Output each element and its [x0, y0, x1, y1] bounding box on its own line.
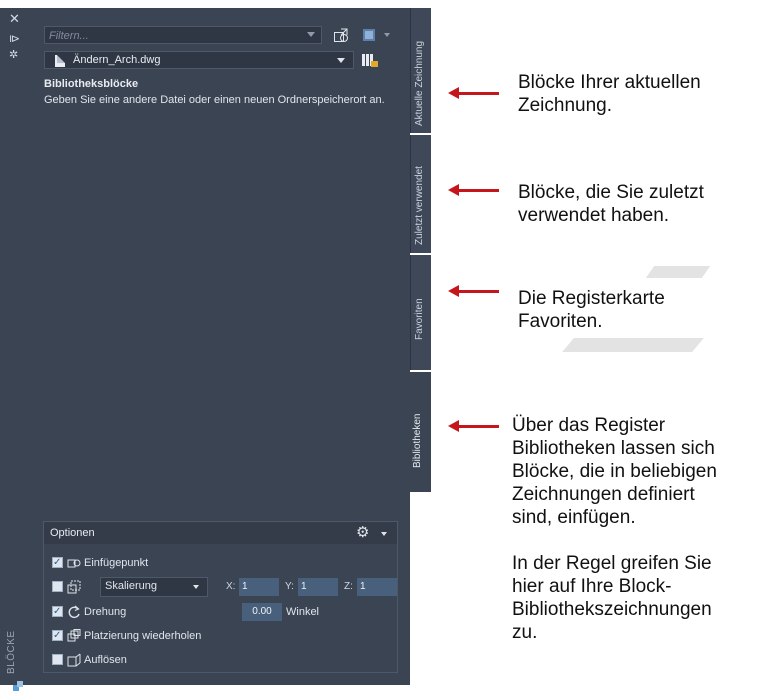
scale-mode-select[interactable]: Skalierung	[100, 577, 208, 597]
explode-checkbox[interactable]	[52, 654, 63, 665]
chevron-down-icon	[337, 58, 345, 63]
tab-favorites[interactable]: Favoriten	[410, 255, 431, 370]
option-repeat-placement: Platzierung wiederholen	[52, 628, 352, 644]
rotation-angle-input[interactable]: 0.00	[242, 603, 282, 621]
options-section: Optionen ⚙ Einfügepunkt Skalierung X: 1 …	[43, 521, 398, 673]
options-header[interactable]: Optionen ⚙	[44, 522, 397, 544]
scale-y-input[interactable]: 1	[298, 578, 338, 596]
tab-recent[interactable]: Zuletzt verwendet	[410, 135, 431, 253]
tab-libraries-label: Bibliotheken	[412, 413, 423, 468]
annotation-arrow	[448, 87, 499, 99]
option-insertion-point: Einfügepunkt	[52, 555, 352, 571]
library-description: Geben Sie eine andere Datei oder einen n…	[44, 94, 385, 106]
annotation-current-drawing: Blöcke Ihrer aktuellen Zeichnung.	[518, 72, 701, 116]
chevron-down-icon	[193, 585, 199, 589]
rotation-checkbox[interactable]	[52, 604, 63, 620]
drawing-file-icon	[55, 55, 65, 67]
filter-input[interactable]: Filtern...	[44, 26, 322, 44]
tab-libraries[interactable]: Bibliotheken	[409, 372, 431, 492]
auto-hide-icon[interactable]: ⧐	[9, 33, 20, 44]
scale-checkbox[interactable]	[52, 581, 63, 592]
scale-y-label: Y:	[285, 581, 294, 592]
tab-recent-label: Zuletzt verwendet	[414, 166, 425, 245]
thumbnail-view-icon[interactable]	[362, 27, 378, 43]
background-shape	[645, 266, 711, 278]
import-blocks-icon[interactable]	[333, 27, 349, 43]
repeat-placement-icon	[67, 629, 81, 642]
filter-dropdown-icon[interactable]	[307, 26, 321, 44]
options-title: Optionen	[50, 527, 95, 539]
explode-label: Auflösen	[84, 654, 127, 666]
browse-library-icon[interactable]	[361, 52, 379, 68]
rotation-icon	[68, 605, 80, 619]
option-rotation: Drehung 0.00 Winkel	[52, 603, 352, 621]
scale-x-input[interactable]: 1	[239, 578, 279, 596]
insertion-point-checkbox[interactable]	[52, 555, 63, 571]
rotation-label: Drehung	[84, 606, 127, 618]
scale-icon	[67, 580, 81, 594]
annotation-arrow	[448, 420, 499, 432]
background-shape	[562, 338, 704, 352]
palette-title-bar: ✕ ⧐ ✲ BLÖCKE	[0, 8, 32, 691]
option-explode: Auflösen	[52, 652, 352, 668]
close-icon[interactable]: ✕	[9, 13, 20, 26]
option-scale: Skalierung X: 1 Y: 1 Z: 1	[52, 577, 397, 597]
palette-title: BLÖCKE	[6, 630, 17, 674]
insertion-point-icon	[67, 559, 81, 568]
annotation-arrow	[448, 285, 499, 297]
repeat-placement-checkbox[interactable]	[52, 628, 63, 644]
rotation-unit-label: Winkel	[286, 606, 320, 618]
scale-z-label: Z:	[344, 581, 353, 592]
tab-current-drawing[interactable]: Aktuelle Zeichnung	[410, 8, 431, 133]
gear-icon[interactable]: ⚙	[356, 525, 369, 540]
annotation-libraries: Über das Register Bibliotheken lassen si…	[512, 415, 717, 643]
insertion-point-label: Einfügepunkt	[84, 557, 149, 569]
annotation-favorites: Die Registerkarte Favoriten.	[518, 288, 665, 332]
file-selector[interactable]: Ändern_Arch.dwg	[44, 51, 354, 69]
repeat-placement-label: Platzierung wiederholen	[84, 630, 202, 642]
annotation-arrow	[448, 184, 499, 196]
view-dropdown-icon[interactable]	[384, 33, 390, 37]
scale-z-input[interactable]: 1	[357, 578, 397, 596]
annotation-recent: Blöcke, die Sie zuletzt verwendet haben.	[518, 182, 704, 226]
blocks-palette-icon	[13, 681, 23, 691]
file-name: Ändern_Arch.dwg	[73, 54, 161, 66]
scale-x-label: X:	[226, 581, 236, 592]
scale-mode-value: Skalierung	[105, 580, 157, 592]
library-title: Bibliotheksblöcke	[44, 78, 139, 90]
tab-current-drawing-label: Aktuelle Zeichnung	[414, 40, 425, 126]
chevron-down-icon[interactable]	[381, 532, 387, 536]
explode-icon	[67, 653, 81, 667]
tab-favorites-label: Favoriten	[414, 298, 425, 340]
properties-icon[interactable]: ✲	[9, 49, 18, 60]
